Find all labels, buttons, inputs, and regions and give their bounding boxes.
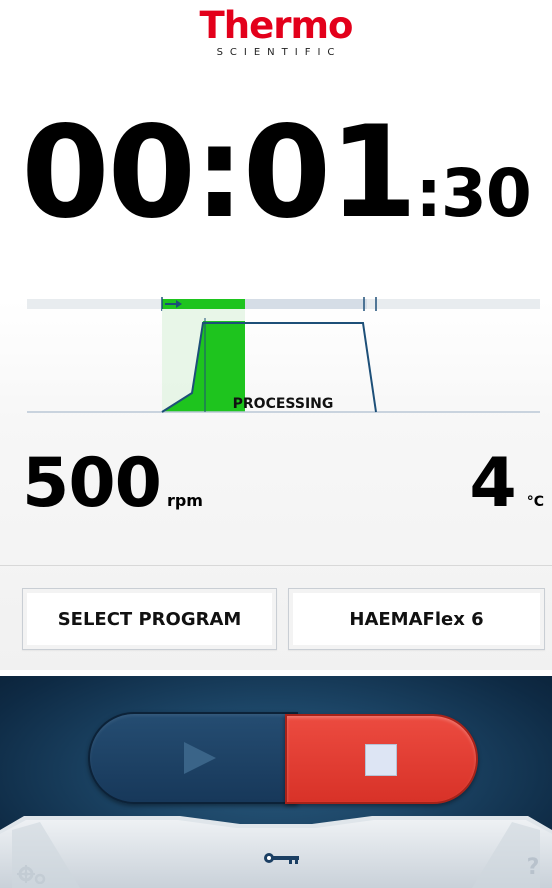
bottom-plate bbox=[0, 816, 552, 888]
start-button[interactable] bbox=[88, 712, 298, 804]
help-icon[interactable]: ? bbox=[518, 852, 548, 884]
run-profile-graph: PROCESSING bbox=[27, 297, 540, 413]
speed-unit: rpm bbox=[166, 491, 203, 510]
brand-name: Thermo bbox=[199, 4, 354, 47]
divider bbox=[0, 565, 552, 566]
help-label: ? bbox=[526, 855, 540, 880]
current-program-label: HAEMAFlex 6 bbox=[349, 608, 484, 630]
progress-track-current-phase bbox=[245, 299, 367, 309]
stop-button[interactable] bbox=[285, 714, 478, 804]
brand-subtitle: SCIENTIFIC bbox=[216, 47, 342, 58]
select-program-label: SELECT PROGRAM bbox=[57, 608, 242, 630]
timer-hours-minutes: 00:01 bbox=[21, 98, 417, 246]
gears-icon[interactable] bbox=[16, 860, 50, 884]
stop-icon bbox=[365, 744, 397, 776]
brand-logo: Thermo SCIENTIFIC bbox=[0, 6, 552, 60]
current-program-button[interactable]: HAEMAFlex 6 bbox=[288, 588, 545, 650]
temperature-readout: 4 °C bbox=[469, 444, 544, 524]
temperature-value: 4 bbox=[469, 444, 517, 523]
profile-status-label: PROCESSING bbox=[233, 396, 334, 412]
speed-value: 500 bbox=[22, 444, 162, 523]
play-icon bbox=[184, 742, 216, 774]
readings-panel: 500 rpm 4 °C bbox=[0, 440, 552, 540]
temperature-unit: °C bbox=[526, 494, 544, 510]
speed-readout: 500 rpm bbox=[22, 444, 203, 524]
select-program-button[interactable]: SELECT PROGRAM bbox=[22, 588, 277, 650]
timer-seconds: :30 bbox=[415, 155, 532, 232]
key-icon[interactable] bbox=[262, 850, 302, 866]
run-timer: 00:01:30 bbox=[0, 92, 552, 274]
